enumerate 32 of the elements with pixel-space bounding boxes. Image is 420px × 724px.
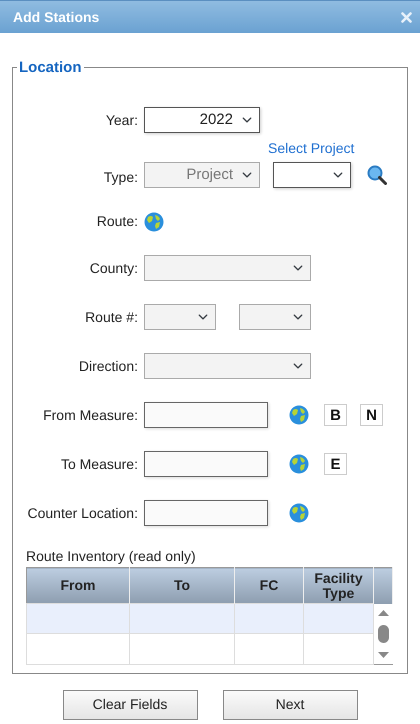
field-label: Type:	[102, 168, 138, 187]
field-label: To Measure:	[60, 454, 138, 474]
column-header: To	[130, 568, 234, 604]
search-icon[interactable]	[367, 165, 388, 185]
column-header: FC	[234, 568, 304, 604]
field-label: From Measure:	[42, 406, 138, 424]
field-label: Route:	[96, 212, 138, 231]
field-label: Counter Location:	[26, 504, 138, 522]
dialog-button[interactable]: Next	[222, 690, 358, 720]
field-label: Route #:	[84, 308, 138, 326]
letter-button[interactable]: B	[324, 404, 347, 426]
column-header: Facility Type	[304, 568, 374, 604]
field-label: County:	[88, 258, 138, 278]
project-dropdown[interactable]	[273, 162, 351, 188]
column-header: From	[26, 568, 130, 604]
dialog-button[interactable]: Clear Fields	[62, 690, 198, 720]
dropdown[interactable]: 2022	[144, 107, 260, 133]
close-icon[interactable]	[401, 12, 412, 22]
input-field[interactable]	[144, 500, 268, 526]
field-label: Direction:	[78, 356, 138, 376]
globe-icon[interactable]	[289, 503, 309, 523]
globe-icon[interactable]	[289, 454, 309, 474]
globe-icon[interactable]	[144, 212, 164, 232]
letter-button[interactable]: E	[324, 453, 347, 475]
section-legend: Location	[17, 60, 84, 75]
letter-button[interactable]: N	[360, 404, 383, 426]
input-field[interactable]	[144, 402, 268, 428]
field-label: Year:	[104, 110, 138, 130]
table-caption: Route Inventory (read only)	[26, 547, 197, 566]
window-title: Add Stations	[13, 8, 100, 26]
globe-icon[interactable]	[289, 405, 309, 425]
input-field[interactable]	[144, 451, 268, 477]
